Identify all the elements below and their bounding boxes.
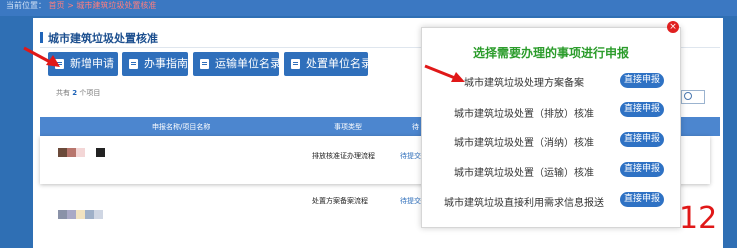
disposal-directory-button[interactable]: 处置单位名录 <box>284 52 372 76</box>
row-status[interactable]: 待提交 <box>400 196 421 206</box>
arrow-to-new-application <box>23 46 60 67</box>
breadcrumb-path[interactable]: 首页 > 城市建筑垃圾处置核准 <box>49 1 157 10</box>
document-icon <box>129 59 138 69</box>
guide-button[interactable]: 办事指南 <box>122 52 188 76</box>
header-name: 申报名称/项目名称 <box>152 123 211 131</box>
breadcrumb-home[interactable]: 当前位置： <box>6 1 46 10</box>
search-button[interactable] <box>681 90 705 104</box>
apply-button[interactable]: 直接申报 <box>620 192 664 207</box>
row-status[interactable]: 待提交 <box>400 151 421 161</box>
page-title: 城市建筑垃圾处置核准 <box>48 32 158 45</box>
row-type: 排放核准证办理流程 <box>312 152 375 160</box>
apply-button[interactable]: 直接申报 <box>620 162 664 177</box>
transport-directory-label: 运输单位名录 <box>215 57 281 70</box>
document-icon <box>200 59 209 69</box>
new-application-label: 新增申请 <box>70 57 114 70</box>
transport-directory-button[interactable]: 运输单位名录 <box>193 52 281 76</box>
option-label: 城市建筑垃圾处理方案备案 <box>464 78 584 89</box>
option-label: 城市建筑垃圾处置（消纳）核准 <box>454 138 594 149</box>
search-icon <box>684 92 692 100</box>
apply-button[interactable]: 直接申报 <box>620 132 664 147</box>
count-value: 2 <box>72 89 78 97</box>
option-label: 城市建筑垃圾处置（排放）核准 <box>454 109 594 120</box>
header-type: 事项类型 <box>334 123 362 131</box>
apply-button[interactable]: 直接申报 <box>620 102 664 117</box>
select-item-dialog: 选择需要办理的事项进行申报 城市建筑垃圾处理方案备案 直接申报 城市建筑垃圾处置… <box>421 27 681 228</box>
step-number: 12 <box>679 201 718 236</box>
apply-button[interactable]: 直接申报 <box>620 73 664 88</box>
title-marker <box>40 32 43 43</box>
option-label: 城市建筑垃圾直接利用需求信息报送 <box>444 198 604 209</box>
item-count: 共有 2 个项目 <box>56 89 101 97</box>
arrow-to-first-option <box>424 64 465 82</box>
option-label: 城市建筑垃圾处置（运输）核准 <box>454 168 594 179</box>
document-icon <box>291 59 300 69</box>
row-type: 处置方案备案流程 <box>312 197 368 205</box>
breadcrumb: 当前位置： 首页 > 城市建筑垃圾处置核准 <box>6 0 156 11</box>
header-status: 待 <box>412 123 419 131</box>
disposal-directory-label: 处置单位名录 <box>306 57 372 70</box>
dialog-title: 选择需要办理的事项进行申报 <box>472 46 629 60</box>
guide-label: 办事指南 <box>144 57 188 70</box>
close-icon[interactable]: × <box>667 21 679 33</box>
